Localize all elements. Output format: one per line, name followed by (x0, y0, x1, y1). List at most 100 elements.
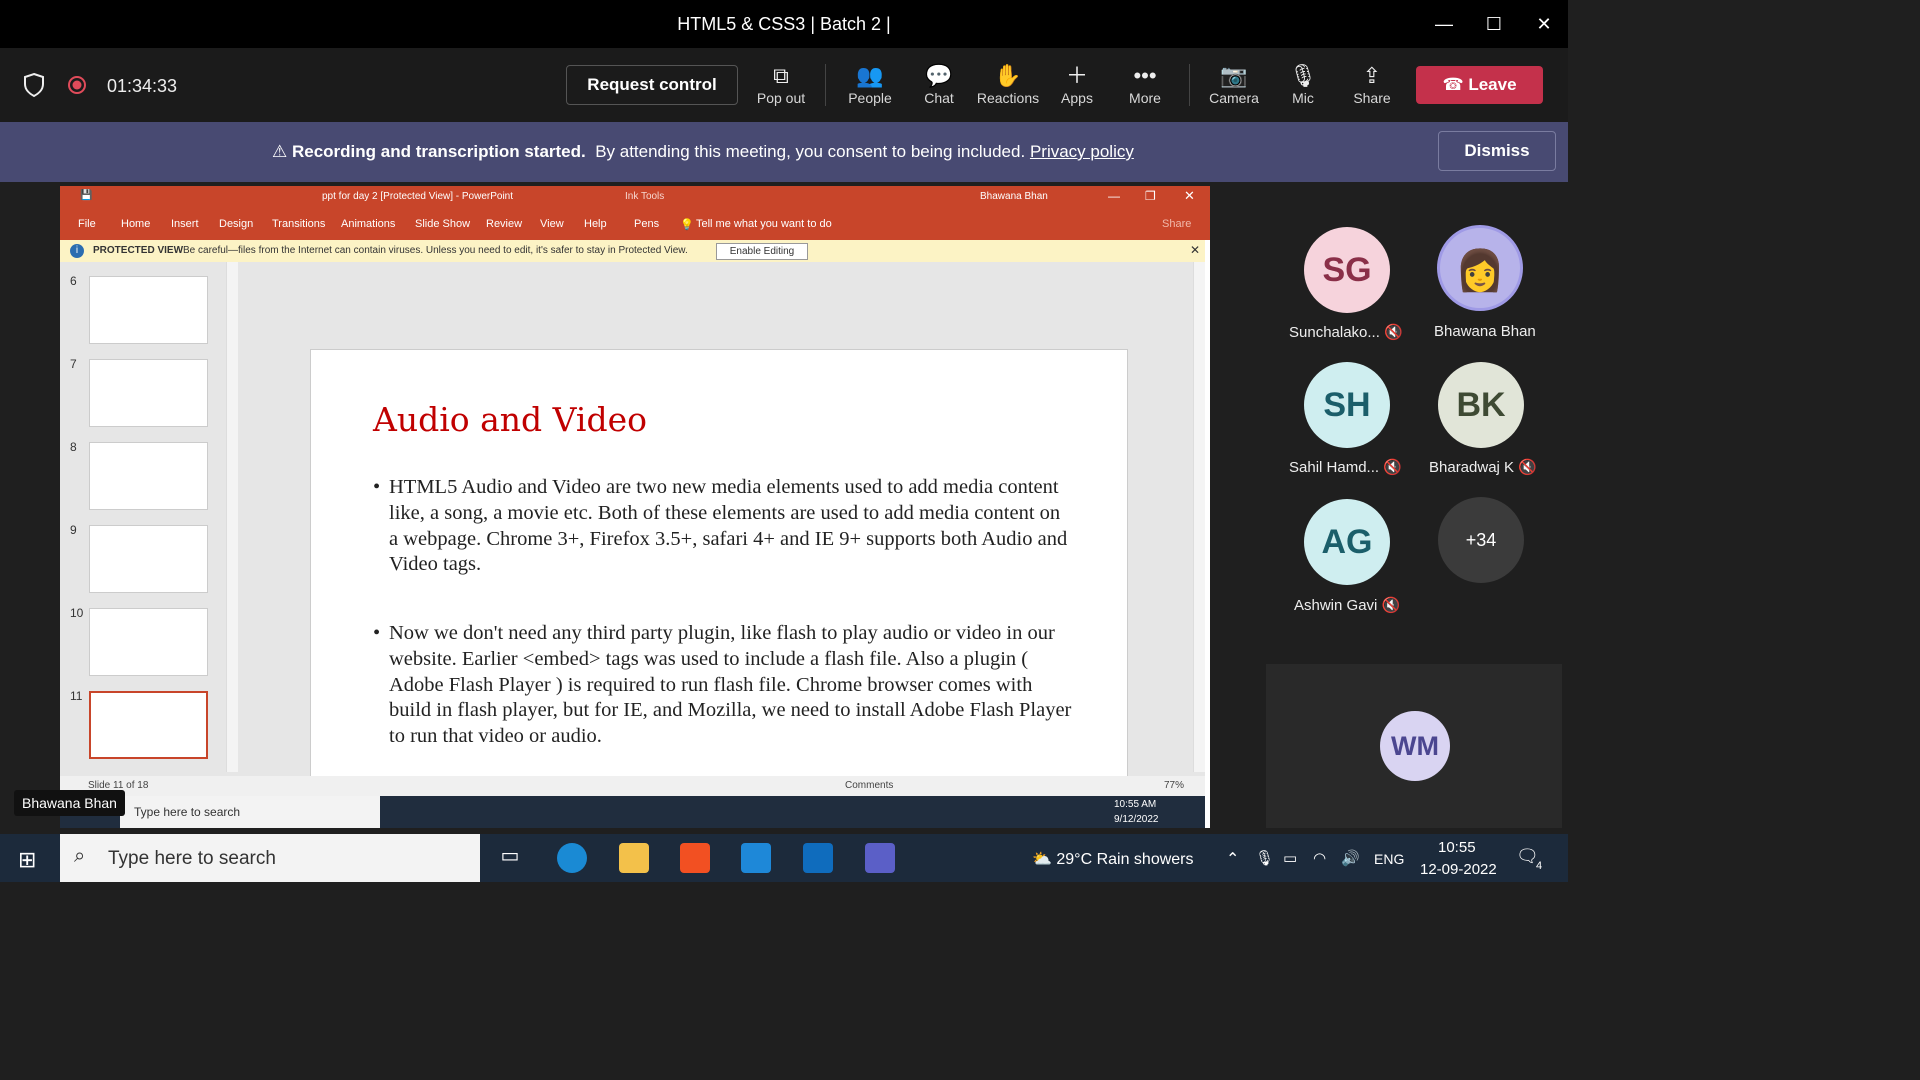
slide-thumbnail[interactable] (89, 525, 208, 593)
toolbar-divider (825, 64, 826, 106)
thumbnail-scrollbar[interactable] (226, 262, 238, 772)
comments-button[interactable]: Comments (845, 780, 893, 791)
mail-icon[interactable] (741, 843, 771, 873)
file-explorer-icon[interactable] (619, 843, 649, 873)
mic-off-icon: 🔇 (1381, 597, 1401, 614)
inner-clock-date: 9/12/2022 (1114, 814, 1159, 825)
slide-bullet-1: HTML5 Audio and Video are two new media … (373, 475, 1073, 578)
person-photo-icon: 👩 (1455, 249, 1505, 293)
slide-thumbnail[interactable] (89, 276, 208, 344)
request-control-button[interactable]: Request control (566, 65, 738, 105)
share-button[interactable]: ⇪ Share (1337, 62, 1407, 106)
close-icon[interactable]: ✕ (1530, 10, 1558, 38)
slide-thumbnail[interactable] (89, 608, 208, 676)
window-title: HTML5 & CSS3 | Batch 2 | (677, 14, 891, 34)
apps-button[interactable]: ＋ Apps (1042, 62, 1112, 106)
shared-screen: 💾 ppt for day 2 [Protected View] - Power… (60, 186, 1210, 828)
more-participants-button[interactable]: +34 (1438, 497, 1524, 583)
people-icon: 👥 (856, 63, 884, 88)
slide-thumbnail[interactable] (89, 442, 208, 510)
tab-insert[interactable]: Insert (171, 218, 199, 230)
thumb-number: 9 (70, 523, 77, 537)
restore-icon[interactable]: ❐ (1145, 189, 1156, 203)
mic-tray-icon[interactable]: 🎙 (1255, 849, 1274, 867)
tray-chevron-icon[interactable]: ⌃ (1226, 849, 1239, 869)
leave-button[interactable]: ☎ Leave (1416, 66, 1543, 104)
camera-button[interactable]: 📷 Camera (1199, 62, 1269, 106)
ink-tools-label: Ink Tools (625, 191, 665, 202)
self-video-tile: WM (1266, 664, 1562, 828)
taskbar-clock-date[interactable]: 12-09-2022 (1420, 861, 1497, 878)
close-icon[interactable]: ✕ (1190, 243, 1200, 257)
avatar-photo[interactable]: 👩 (1437, 225, 1523, 311)
inner-search-input[interactable]: Type here to search (120, 796, 380, 828)
slide-thumbnail[interactable] (89, 359, 208, 427)
share-label: Share (1353, 90, 1391, 106)
volume-icon[interactable]: 🔊 (1341, 849, 1360, 867)
language-indicator[interactable]: ENG (1374, 851, 1404, 867)
reactions-button[interactable]: ✋ Reactions (973, 62, 1043, 106)
avatar: WM (1380, 711, 1450, 781)
leave-label: Leave (1468, 75, 1517, 94)
camera-off-icon: 📷 (1220, 63, 1248, 88)
enable-editing-button[interactable]: Enable Editing (716, 243, 808, 260)
banner-text: By attending this meeting, you consent t… (595, 142, 1026, 161)
dismiss-button[interactable]: Dismiss (1438, 131, 1556, 171)
protected-view-label: PROTECTED VIEW (93, 245, 184, 256)
save-icon[interactable]: 💾 (80, 190, 92, 201)
more-button[interactable]: ••• More (1110, 62, 1180, 106)
tab-slide-show[interactable]: Slide Show (415, 218, 470, 230)
thumb-number: 10 (70, 606, 84, 620)
tab-review[interactable]: Review (486, 218, 522, 230)
protected-view-bar: i PROTECTED VIEW Be careful—files from t… (60, 240, 1205, 262)
windows-start-icon[interactable]: ⊞ (18, 847, 36, 873)
pop-out-button[interactable]: ⧉ Pop out (746, 62, 816, 106)
tab-animations[interactable]: Animations (341, 218, 395, 230)
tab-transitions[interactable]: Transitions (272, 218, 325, 230)
taskbar-search-input[interactable]: ⌕ Type here to search (60, 834, 480, 882)
apps-label: Apps (1061, 90, 1093, 106)
tab-help[interactable]: Help (584, 218, 607, 230)
taskbar-clock-time[interactable]: 10:55 (1438, 839, 1476, 856)
slide-scrollbar[interactable] (1193, 262, 1205, 772)
wifi-icon[interactable]: ◠ (1313, 849, 1326, 867)
mic-button[interactable]: 🎙 Mic (1268, 62, 1338, 106)
tab-file[interactable]: File (78, 218, 96, 230)
privacy-policy-link[interactable]: Privacy policy (1030, 142, 1134, 161)
minimize-icon[interactable]: — (1430, 10, 1458, 38)
tell-me-search[interactable]: Tell me what you want to do (696, 218, 832, 230)
store-icon[interactable] (680, 843, 710, 873)
minimize-icon[interactable]: — (1108, 189, 1120, 203)
tab-design[interactable]: Design (219, 218, 253, 230)
avatar[interactable]: SH (1304, 362, 1390, 448)
battery-icon[interactable]: ▭ (1283, 849, 1297, 867)
chat-label: Chat (924, 90, 954, 106)
avatar[interactable]: SG (1304, 227, 1390, 313)
powerpoint-status-bar: Slide 11 of 18 Comments 77% (60, 776, 1205, 796)
avatar[interactable]: BK (1438, 362, 1524, 448)
people-button[interactable]: 👥 People (835, 62, 905, 106)
close-icon[interactable]: ✕ (1184, 188, 1195, 204)
teams-icon[interactable] (865, 843, 895, 873)
participant-name: Ashwin Gavi 🔇 (1294, 597, 1401, 614)
edge-browser-icon[interactable] (557, 843, 587, 873)
tab-pens[interactable]: Pens (634, 218, 659, 230)
zoom-level[interactable]: 77% (1164, 780, 1184, 791)
tab-view[interactable]: View (540, 218, 564, 230)
task-view-icon[interactable]: ▭ (495, 843, 525, 873)
maximize-icon[interactable]: ☐ (1480, 10, 1508, 38)
ribbon-share[interactable]: Share (1162, 218, 1191, 230)
chat-button[interactable]: 💬 Chat (904, 62, 974, 106)
powerpoint-user: Bhawana Bhan (980, 191, 1048, 202)
tab-home[interactable]: Home (121, 218, 150, 230)
avatar[interactable]: AG (1304, 499, 1390, 585)
outlook-icon[interactable] (803, 843, 833, 873)
recording-icon (68, 76, 86, 94)
weather-widget[interactable]: ⛅ 29°C Rain showers (1032, 849, 1194, 869)
mic-off-icon: 🔇 (1518, 459, 1537, 476)
mic-off-icon: 🔇 (1383, 459, 1402, 476)
search-icon: ⌕ (74, 845, 86, 867)
inner-taskbar: Type here to search 10:55 AM 9/12/2022 (60, 796, 1205, 828)
slide-thumbnail-selected[interactable] (89, 691, 208, 759)
participant-name: Sahil Hamd... 🔇 (1289, 459, 1402, 476)
